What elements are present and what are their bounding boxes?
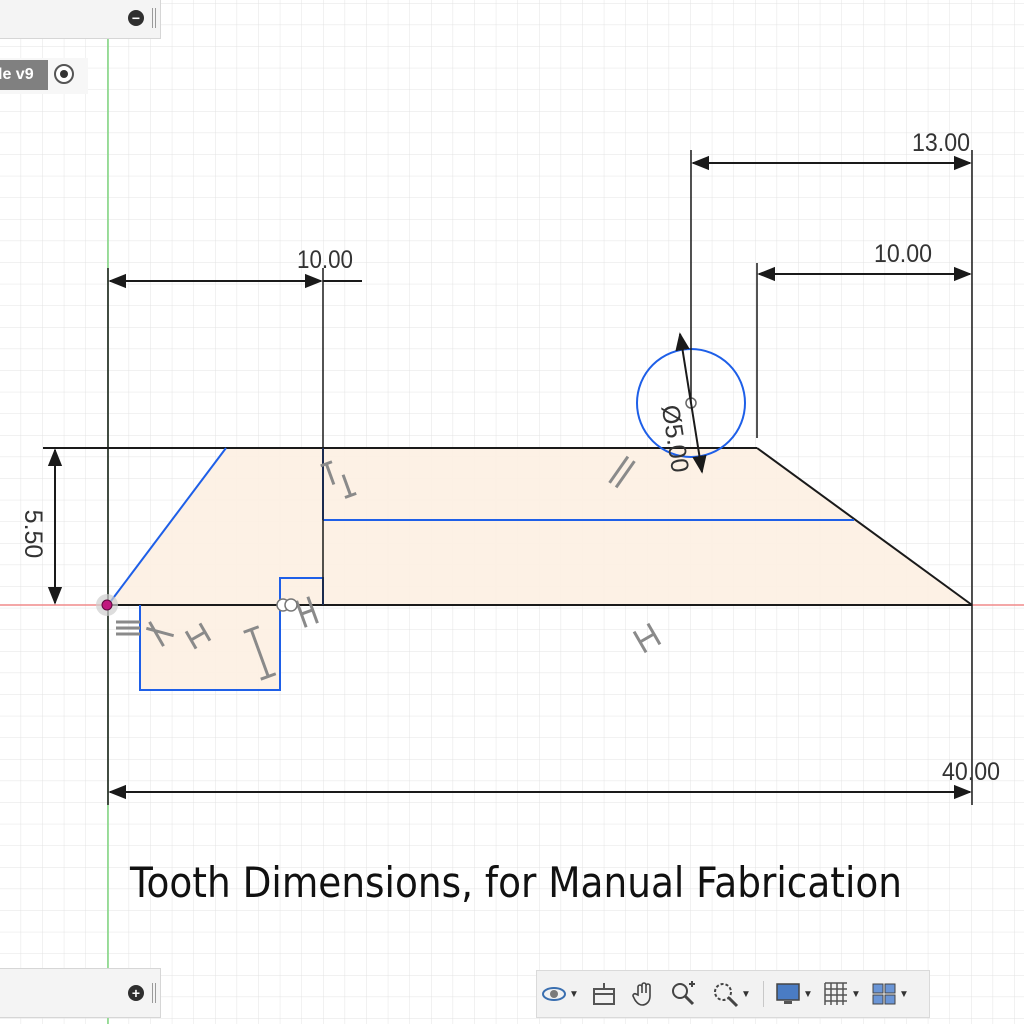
viewports-icon[interactable]: ▼ bbox=[871, 979, 909, 1009]
collapse-panel-icon[interactable]: − bbox=[128, 10, 144, 26]
sketch-canvas[interactable]: 10.00 5.50 13.00 10.00 Ø5.00 40.00 Tooth… bbox=[0, 0, 1024, 1024]
orbit-caret-icon[interactable]: ▼ bbox=[569, 989, 579, 1000]
expand-panel-icon[interactable]: + bbox=[128, 985, 144, 1001]
panel-grip-icon[interactable] bbox=[152, 8, 156, 28]
dim-height[interactable]: 5.50 bbox=[19, 510, 47, 559]
sketch-caption: Tooth Dimensions, for Manual Fabrication bbox=[129, 858, 902, 907]
pan-icon[interactable] bbox=[631, 979, 657, 1009]
dim-right-offset[interactable]: 10.00 bbox=[874, 240, 932, 268]
zoom-icon[interactable] bbox=[669, 979, 697, 1009]
browser-panel-header: − bbox=[0, 0, 161, 39]
component-label[interactable]: le v9 bbox=[0, 60, 48, 90]
viewports-caret-icon[interactable]: ▼ bbox=[899, 989, 909, 1000]
navigation-toolbar: ▼ ▼ ▼ ▼ ▼ bbox=[536, 970, 930, 1018]
dim-overall-length[interactable]: 40.00 bbox=[942, 758, 1000, 786]
toolbar-separator bbox=[763, 981, 764, 1007]
dim-circle-offset[interactable]: 13.00 bbox=[912, 129, 970, 157]
panel-grip-icon-bottom[interactable] bbox=[152, 983, 156, 1003]
grid-caret-icon[interactable]: ▼ bbox=[851, 989, 861, 1000]
orbit-icon[interactable]: ▼ bbox=[541, 979, 579, 1009]
fit-icon[interactable]: ▼ bbox=[711, 979, 751, 1009]
display-settings-icon[interactable]: ▼ bbox=[775, 979, 813, 1009]
fit-caret-icon[interactable]: ▼ bbox=[741, 989, 751, 1000]
look-at-icon[interactable] bbox=[591, 979, 617, 1009]
display-caret-icon[interactable]: ▼ bbox=[803, 989, 813, 1000]
origin-point[interactable] bbox=[101, 599, 113, 611]
activate-component-icon[interactable] bbox=[54, 64, 74, 84]
midpoint-point-2[interactable] bbox=[284, 598, 298, 612]
grid-settings-icon[interactable]: ▼ bbox=[823, 979, 861, 1009]
comments-panel: + bbox=[0, 968, 161, 1018]
dim-top-left-width[interactable]: 10.00 bbox=[297, 246, 353, 274]
